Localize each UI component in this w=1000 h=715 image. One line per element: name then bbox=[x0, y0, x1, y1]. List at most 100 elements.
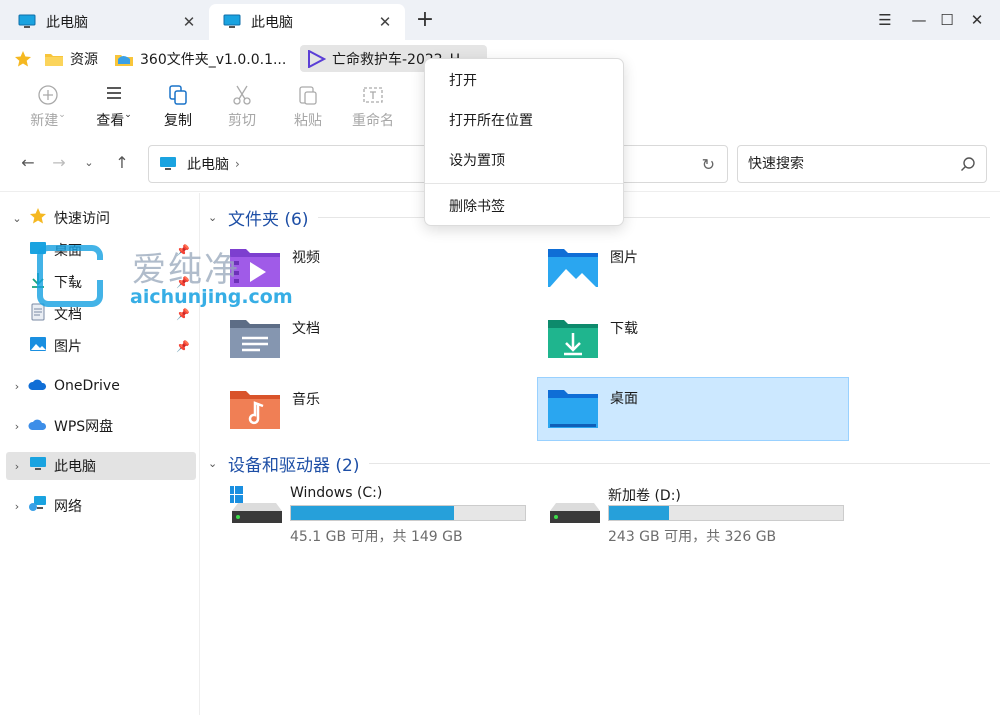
minimize-button[interactable]: — bbox=[906, 8, 932, 32]
drive-usage-fill bbox=[609, 506, 669, 520]
download-arrow-icon bbox=[28, 271, 48, 293]
refresh-icon[interactable]: ↻ bbox=[702, 155, 715, 174]
sidebar-item-wps[interactable]: › WPS网盘 bbox=[6, 412, 196, 440]
star-icon[interactable] bbox=[8, 45, 38, 72]
cut-button[interactable]: 剪切 bbox=[212, 84, 272, 130]
folder-documents[interactable]: 文档 bbox=[202, 307, 514, 371]
network-icon bbox=[28, 495, 48, 517]
maximize-button[interactable]: ☐ bbox=[934, 8, 960, 32]
monitor-icon bbox=[223, 14, 241, 28]
menu-item-pin-top[interactable]: 设为置顶 bbox=[429, 144, 619, 178]
folder-desktop[interactable]: 桌面 bbox=[537, 377, 849, 441]
tab-label: 此电脑 bbox=[46, 15, 88, 31]
picture-icon bbox=[28, 336, 48, 356]
music-folder-icon bbox=[230, 391, 280, 429]
copy-icon bbox=[148, 84, 208, 108]
rename-button[interactable]: 重命名 bbox=[342, 84, 404, 130]
drive-folder-icon bbox=[115, 54, 133, 66]
chevron-right-icon[interactable]: › bbox=[6, 380, 28, 393]
star-icon bbox=[28, 207, 48, 229]
paste-button[interactable]: 粘贴 bbox=[278, 84, 338, 130]
search-icon[interactable] bbox=[960, 156, 976, 172]
document-icon bbox=[28, 303, 48, 325]
back-arrow-icon[interactable]: ← bbox=[17, 152, 39, 174]
tab-close-icon[interactable]: ✕ bbox=[179, 13, 199, 31]
sidebar-item-network[interactable]: › 网络 bbox=[6, 492, 196, 520]
drive-c[interactable]: Windows (C:) 45.1 GB 可用，共 149 GB bbox=[226, 485, 550, 545]
tab-this-pc-1[interactable]: 此电脑 ✕ bbox=[4, 4, 209, 40]
drive-usage-bar bbox=[290, 505, 526, 521]
folder-videos[interactable]: 视频 bbox=[202, 236, 514, 300]
tab-close-icon[interactable]: ✕ bbox=[375, 13, 395, 31]
monitor-icon bbox=[18, 14, 36, 28]
chevron-right-icon[interactable]: › bbox=[6, 460, 28, 473]
search-input[interactable] bbox=[748, 156, 960, 172]
pin-icon[interactable]: 📌 bbox=[176, 244, 190, 257]
windows-drive-icon bbox=[226, 486, 282, 523]
drive-usage-bar bbox=[608, 505, 844, 521]
cloud-icon bbox=[28, 377, 48, 395]
clipboard-icon bbox=[278, 84, 338, 108]
sidebar-item-this-pc[interactable]: › 此电脑 bbox=[6, 452, 196, 480]
recent-chevron-icon[interactable]: ⌄ bbox=[78, 152, 100, 174]
close-window-button[interactable]: ✕ bbox=[964, 8, 990, 32]
sidebar-item-documents[interactable]: 文档 📌 bbox=[28, 300, 196, 328]
folder-downloads[interactable]: 下载 bbox=[520, 307, 832, 371]
sidebar-item-desktop[interactable]: 桌面 📌 bbox=[28, 236, 196, 264]
bookmark-360-folder[interactable]: 360文件夹_v1.0.0.1... bbox=[108, 45, 292, 72]
chevron-down-icon[interactable]: ⌄ bbox=[208, 211, 228, 224]
up-arrow-icon[interactable]: ↑ bbox=[111, 152, 133, 174]
bookmark-resources[interactable]: 资源 bbox=[38, 45, 104, 72]
rename-icon bbox=[342, 84, 404, 108]
copy-button[interactable]: 复制 bbox=[148, 84, 208, 130]
view-button[interactable]: 查看⌄ bbox=[84, 84, 144, 130]
wps-cloud-icon bbox=[28, 417, 48, 435]
menu-item-delete-bookmark[interactable]: 删除书签 bbox=[429, 190, 619, 224]
section-divider bbox=[318, 217, 990, 218]
pin-icon[interactable]: 📌 bbox=[176, 340, 190, 353]
folder-icon bbox=[45, 53, 63, 66]
folder-music[interactable]: 音乐 bbox=[202, 378, 514, 442]
desktop-folder-icon bbox=[548, 390, 598, 428]
context-menu: 打开 打开所在位置 设为置顶 删除书签 bbox=[424, 58, 624, 226]
search-box[interactable] bbox=[737, 145, 987, 183]
sidebar-item-quick-access[interactable]: ⌄ 快速访问 bbox=[6, 204, 196, 232]
navigation-pane: ⌄ 快速访问 桌面 📌 下载 📌 文档 📌 图片 📌 › OneDrive › … bbox=[0, 193, 200, 715]
drives-section-header[interactable]: ⌄ 设备和驱动器 (2) bbox=[208, 451, 990, 476]
menu-item-open-location[interactable]: 打开所在位置 bbox=[429, 104, 619, 138]
address-location[interactable]: 此电脑 bbox=[187, 154, 229, 174]
picture-folder-icon bbox=[548, 249, 598, 287]
new-tab-button[interactable]: + bbox=[412, 8, 438, 34]
sidebar-item-pictures[interactable]: 图片 📌 bbox=[28, 332, 196, 360]
sidebar-item-downloads[interactable]: 下载 📌 bbox=[28, 268, 196, 296]
hard-drive-icon bbox=[550, 503, 600, 523]
menu-divider bbox=[425, 183, 623, 184]
tab-this-pc-2[interactable]: 此电脑 ✕ bbox=[209, 4, 405, 40]
pin-icon[interactable]: 📌 bbox=[176, 308, 190, 321]
pin-icon[interactable]: 📌 bbox=[176, 276, 190, 289]
scissors-icon bbox=[212, 84, 272, 108]
chevron-right-icon[interactable]: › bbox=[6, 500, 28, 513]
forward-arrow-icon[interactable]: → bbox=[48, 152, 70, 174]
sidebar-item-onedrive[interactable]: › OneDrive bbox=[6, 372, 196, 400]
tab-label: 此电脑 bbox=[251, 15, 293, 31]
video-folder-icon bbox=[230, 249, 280, 287]
document-folder-icon bbox=[230, 320, 280, 358]
breadcrumb-separator[interactable]: › bbox=[235, 157, 240, 171]
chevron-right-icon[interactable]: › bbox=[6, 420, 28, 433]
drive-d[interactable]: 新加卷 (D:) 243 GB 可用，共 326 GB bbox=[548, 485, 868, 545]
chevron-down-icon[interactable]: ⌄ bbox=[208, 457, 228, 470]
menu-item-open[interactable]: 打开 bbox=[429, 64, 619, 98]
folder-pictures[interactable]: 图片 bbox=[520, 236, 832, 300]
section-divider bbox=[369, 463, 990, 464]
hamburger-icon bbox=[84, 84, 144, 108]
new-button[interactable]: 新建⌄ bbox=[18, 84, 78, 130]
video-icon bbox=[308, 49, 326, 68]
download-folder-icon bbox=[548, 320, 598, 358]
chevron-down-icon[interactable]: ⌄ bbox=[6, 212, 28, 225]
monitor-icon bbox=[160, 157, 176, 170]
menu-icon[interactable]: ☰ bbox=[872, 8, 898, 32]
main-content: ⌄ 文件夹 (6) 视频 图片 文档 下载 音乐 桌面 ⌄ 设备和驱动器 (2)… bbox=[200, 193, 1000, 715]
desktop-icon bbox=[28, 241, 48, 259]
plus-circle-icon bbox=[18, 84, 78, 108]
